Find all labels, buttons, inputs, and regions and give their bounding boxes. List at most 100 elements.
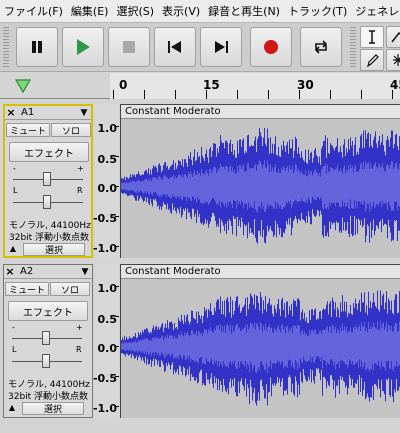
menu-generate[interactable]: ジェネレーター(G)	[355, 3, 400, 19]
mute-button[interactable]: ミュート	[5, 282, 49, 296]
loop-icon	[314, 40, 328, 54]
playhead-pin-icon[interactable]	[14, 77, 34, 97]
pan-right-label: R	[77, 186, 83, 195]
scale-label: 0.5	[97, 153, 118, 166]
pause-button[interactable]	[16, 27, 58, 67]
menu-view[interactable]: 表示(V)	[162, 3, 200, 19]
scale-tick	[115, 186, 119, 187]
amplitude-scale[interactable]: 1.0 0.5 0.0 -0.5 -1.0	[92, 104, 119, 258]
stop-button[interactable]	[108, 27, 150, 67]
select-track-button[interactable]: 選択	[23, 243, 85, 256]
play-button[interactable]	[62, 27, 104, 67]
collapse-arrow-icon[interactable]: ▲	[7, 244, 19, 256]
amplitude-scale[interactable]: 1.0 0.5 0.0 -0.5 -1.0	[92, 264, 119, 418]
scale-tick	[115, 406, 119, 407]
track-menu-arrow-icon[interactable]: ▼	[77, 108, 91, 118]
scale-tick	[115, 316, 119, 317]
mute-button[interactable]: ミュート	[6, 123, 50, 137]
multi-tool-button[interactable]	[386, 49, 400, 71]
pan-left-label: L	[12, 345, 17, 354]
clip-title[interactable]: Constant Moderato	[121, 105, 400, 119]
audio-track-a2[interactable]: × A2 ▼ ミュート ソロ エフェクト - + L R モノラル, 44100…	[0, 262, 400, 420]
scale-tick	[115, 286, 119, 287]
scale-tick	[115, 376, 119, 377]
scale-label: -0.5	[92, 212, 117, 225]
ruler-tick	[361, 90, 362, 99]
scale-tick	[115, 156, 119, 157]
skip-start-button[interactable]	[154, 27, 196, 67]
scale-label: 0.0	[97, 182, 118, 195]
draw-tool-button[interactable]	[360, 49, 384, 71]
loop-button[interactable]	[300, 27, 342, 67]
solo-button[interactable]: ソロ	[50, 282, 90, 296]
select-tool-button[interactable]	[360, 26, 384, 48]
pan-slider[interactable]	[42, 354, 50, 368]
effects-button[interactable]: エフェクト	[9, 142, 89, 162]
pan-right-label: R	[76, 345, 82, 354]
scale-label: 0.0	[97, 342, 118, 355]
scale-label: 1.0	[97, 122, 118, 135]
menu-select[interactable]: 選択(S)	[116, 3, 154, 19]
toolbar-grip[interactable]	[3, 27, 9, 67]
timeline-ruler[interactable]: 0 15 30 45	[0, 73, 400, 99]
pan-left-label: L	[13, 186, 18, 195]
scale-tick	[115, 126, 119, 127]
track-control-panel[interactable]: × A1 ▼ ミュート ソロ エフェクト - + L R モノラル, 44100…	[3, 104, 93, 258]
scale-tick	[115, 216, 119, 217]
skip-end-button[interactable]	[200, 27, 242, 67]
effects-button[interactable]: エフェクト	[8, 301, 88, 321]
record-button[interactable]	[250, 27, 292, 67]
track-header: × A1 ▼	[5, 106, 91, 120]
menu-bar: ファイル(F) 編集(E) 選択(S) 表示(V) 録音と再生(N) トラック(…	[0, 0, 400, 22]
ruler-tick	[392, 90, 393, 99]
stop-icon	[123, 41, 135, 53]
play-icon	[77, 39, 90, 55]
track-bit-info: 32bit 浮動小数点数	[9, 233, 90, 243]
collapse-arrow-icon[interactable]: ▲	[6, 403, 18, 415]
clip-title[interactable]: Constant Moderato	[121, 265, 400, 279]
track-menu-arrow-icon[interactable]: ▼	[78, 267, 92, 277]
ruler-tick	[206, 90, 207, 99]
gain-minus-label: -	[12, 323, 15, 332]
scale-label: -1.0	[92, 402, 117, 415]
close-track-icon[interactable]: ×	[4, 265, 16, 278]
waveform[interactable]	[121, 279, 400, 418]
scale-tick	[115, 246, 119, 247]
solo-button[interactable]: ソロ	[51, 123, 91, 137]
transport-toolbar	[0, 22, 400, 72]
record-icon	[264, 40, 278, 54]
gain-slider[interactable]	[42, 331, 50, 345]
skip-start-icon	[168, 41, 181, 53]
menu-tracks[interactable]: トラック(T)	[288, 3, 347, 19]
ruler-tick	[113, 90, 114, 99]
envelope-tool-button[interactable]	[386, 26, 400, 48]
ruler-tick	[268, 90, 269, 99]
multi-tool-icon	[393, 54, 400, 66]
ruler-scale[interactable]: 0 15 30 45	[110, 73, 400, 99]
menu-transport[interactable]: 録音と再生(N)	[208, 3, 280, 19]
waveform-clip[interactable]: Constant Moderato	[120, 264, 400, 418]
envelope-tool-icon	[391, 31, 400, 43]
gain-slider[interactable]	[43, 172, 51, 186]
waveform[interactable]	[121, 119, 400, 258]
ruler-tick	[330, 90, 331, 99]
ruler-tick	[175, 90, 176, 99]
gain-plus-label: +	[76, 323, 83, 332]
track-name[interactable]: A1	[17, 107, 77, 118]
skip-end-icon	[215, 41, 228, 53]
track-name[interactable]: A2	[16, 266, 78, 277]
audio-track-a1[interactable]: × A1 ▼ ミュート ソロ エフェクト - + L R モノラル, 44100…	[0, 102, 400, 260]
waveform-clip[interactable]: Constant Moderato	[120, 104, 400, 258]
track-header: × A2 ▼	[4, 265, 92, 279]
menu-file[interactable]: ファイル(F)	[4, 3, 63, 19]
pan-slider[interactable]	[43, 195, 51, 209]
ruler-tick	[144, 90, 145, 99]
ruler-tick	[299, 90, 300, 99]
close-track-icon[interactable]: ×	[5, 106, 17, 119]
toolbar-grip-2[interactable]	[350, 27, 356, 67]
scale-label: 0.5	[97, 313, 118, 326]
gain-minus-label: -	[13, 164, 16, 173]
select-track-button[interactable]: 選択	[22, 402, 84, 415]
track-control-panel[interactable]: × A2 ▼ ミュート ソロ エフェクト - + L R モノラル, 44100…	[3, 264, 93, 418]
menu-edit[interactable]: 編集(E)	[71, 3, 109, 19]
